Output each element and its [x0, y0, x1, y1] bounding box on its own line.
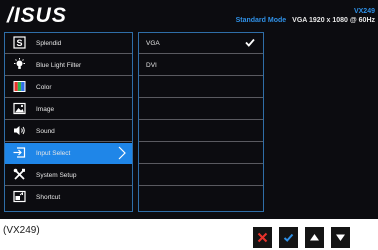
model-name: VX249 — [353, 8, 375, 15]
menu-item-system-setup[interactable]: System Setup — [5, 165, 132, 186]
submenu-item-label: VGA — [146, 39, 160, 47]
chevron-right-icon — [118, 146, 126, 160]
submenu-item-dvi[interactable]: DVI — [139, 55, 263, 76]
menu-item-label: Image — [36, 105, 55, 113]
speaker-icon — [14, 126, 25, 135]
main-menu: S Splendid Blue Light Filter Color Image… — [4, 32, 133, 212]
resolution-label: VGA 1920 x 1080 @ 60Hz — [292, 17, 375, 24]
osd-header: /ISUS VX249 Standard Mode VGA 1920 x 1080… — [0, 0, 378, 31]
close-button[interactable] — [253, 227, 272, 248]
submenu-item-empty — [139, 77, 263, 98]
svg-text:/ISUS: /ISUS — [6, 4, 67, 26]
submenu-item-empty — [139, 187, 263, 208]
menu-item-label: Splendid — [36, 39, 62, 47]
status-line: Standard Mode VGA 1920 x 1080 @ 60Hz — [236, 17, 375, 24]
splendid-s-icon: S — [13, 36, 26, 49]
mode-label: Standard Mode — [235, 17, 287, 24]
menu-item-splendid[interactable]: S Splendid — [5, 33, 132, 54]
up-arrow-icon — [310, 234, 319, 241]
lightbulb-icon — [14, 58, 25, 69]
submenu-item-empty — [139, 165, 263, 186]
menu-item-label: Color — [36, 83, 52, 91]
submenu-item-vga[interactable]: VGA — [139, 33, 263, 54]
submenu-item-label: DVI — [146, 61, 157, 69]
shortcut-icon — [13, 190, 26, 203]
input-submenu: VGA DVI — [138, 32, 264, 212]
submenu-item-empty — [139, 143, 263, 164]
menu-item-label: Sound — [36, 127, 55, 135]
image-icon — [13, 102, 26, 115]
menu-item-label: System Setup — [36, 171, 77, 179]
close-icon — [257, 232, 268, 243]
menu-item-blue-light-filter[interactable]: Blue Light Filter — [5, 55, 132, 76]
down-arrow-icon — [336, 234, 345, 241]
menu-item-color[interactable]: Color — [5, 77, 132, 98]
menu-item-label: Blue Light Filter — [36, 61, 82, 69]
menu-item-shortcut[interactable]: Shortcut — [5, 187, 132, 208]
down-button[interactable] — [331, 227, 350, 248]
menu-item-sound[interactable]: Sound — [5, 121, 132, 142]
osd-panel: /ISUS VX249 Standard Mode VGA 1920 x 1080… — [0, 0, 378, 219]
confirm-button[interactable] — [279, 227, 298, 248]
check-icon — [245, 38, 255, 47]
check-icon — [283, 233, 294, 242]
svg-text:S: S — [16, 38, 22, 48]
asus-logo: /ISUS — [6, 4, 67, 26]
menu-item-image[interactable]: Image — [5, 99, 132, 120]
menu-item-label: Input Select — [36, 149, 71, 157]
menu-item-label: Shortcut — [36, 193, 61, 201]
submenu-item-empty — [139, 99, 263, 120]
up-button[interactable] — [305, 227, 324, 248]
model-caption: (VX249) — [3, 225, 40, 236]
color-bars-icon — [13, 81, 26, 92]
input-select-icon — [13, 147, 26, 158]
submenu-item-empty — [139, 121, 263, 142]
menu-item-input-select[interactable]: Input Select — [5, 143, 132, 164]
tools-icon — [13, 168, 25, 180]
